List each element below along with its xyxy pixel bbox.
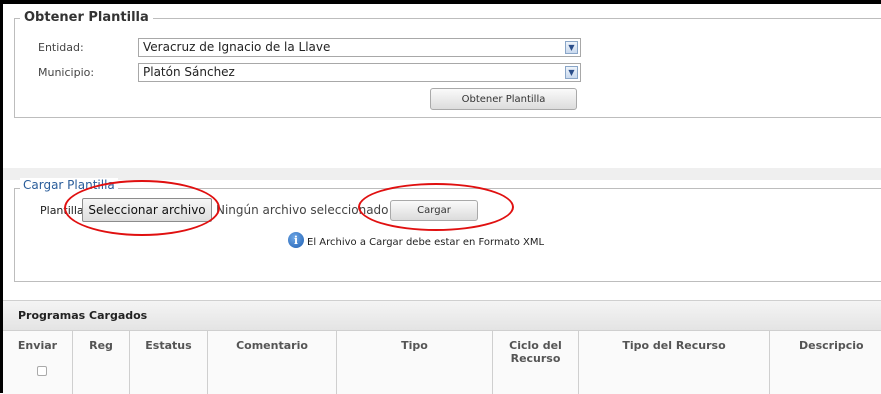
municipio-select[interactable]: Platón Sánchez ▼ — [138, 63, 581, 82]
obtener-plantilla-button[interactable]: Obtener Plantilla — [430, 88, 577, 110]
table-header: Enviar Reg Estatus Comentario Tipo Ciclo… — [3, 330, 881, 394]
top-border — [0, 0, 881, 4]
obtener-plantilla-legend: Obtener Plantilla — [20, 10, 153, 25]
annotation-oval-select-file — [64, 180, 220, 236]
info-icon: i — [288, 232, 304, 248]
municipio-label: Municipio: — [38, 66, 95, 79]
col-ciclo-recurso[interactable]: Ciclo del Recurso — [493, 331, 579, 394]
col-descripcion[interactable]: Descripcio — [770, 331, 881, 394]
chevron-down-icon[interactable]: ▼ — [565, 41, 578, 54]
xml-format-note: El Archivo a Cargar debe estar en Format… — [307, 237, 545, 248]
entidad-select[interactable]: Veracruz de Ignacio de la Llave ▼ — [138, 38, 581, 57]
col-comentario[interactable]: Comentario — [208, 331, 337, 394]
enviar-checkbox[interactable] — [37, 366, 47, 376]
annotation-oval-cargar — [358, 183, 514, 231]
municipio-value: Platón Sánchez — [143, 65, 235, 79]
entidad-label: Entidad: — [38, 41, 84, 54]
col-enviar[interactable]: Enviar — [3, 331, 73, 394]
programas-cargados-title: Programas Cargados — [18, 309, 148, 322]
col-estatus[interactable]: Estatus — [130, 331, 208, 394]
programas-cargados-header: Programas Cargados — [3, 300, 881, 330]
chevron-down-icon[interactable]: ▼ — [565, 66, 578, 79]
entidad-value: Veracruz de Ignacio de la Llave — [143, 40, 331, 54]
col-tipo-recurso[interactable]: Tipo del Recurso — [579, 331, 770, 394]
section-separator — [3, 168, 881, 180]
col-tipo[interactable]: Tipo — [337, 331, 493, 394]
col-reg[interactable]: Reg — [73, 331, 130, 394]
